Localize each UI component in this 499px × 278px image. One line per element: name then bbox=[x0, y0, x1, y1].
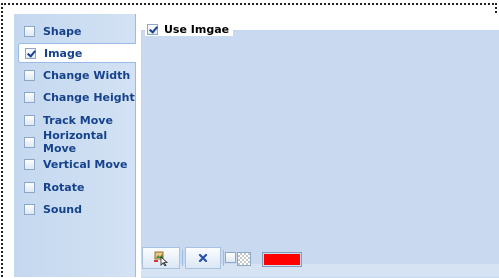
color-picker[interactable] bbox=[262, 252, 302, 267]
color-fill bbox=[264, 254, 300, 265]
sidebar-item-label: Image bbox=[44, 46, 83, 60]
sidebar-item-track-move[interactable]: Track Move bbox=[18, 110, 139, 130]
image-preview-area bbox=[141, 30, 499, 278]
sidebar-item-label: Change Width bbox=[43, 68, 131, 82]
use-image-checkbox[interactable] bbox=[147, 24, 158, 35]
toolbar-separator bbox=[182, 250, 183, 266]
image-settings-panel: Use Imgae bbox=[136, 14, 499, 278]
use-image-label: Use Imgae bbox=[164, 23, 230, 36]
delete-image-button[interactable] bbox=[185, 247, 221, 269]
sidebar-item-label: Track Move bbox=[43, 113, 113, 127]
change-height-checkbox[interactable] bbox=[24, 91, 35, 103]
sidebar-item-vertical-move[interactable]: Vertical Move bbox=[18, 154, 139, 174]
sidebar: Shape Image Change Width Change Height T… bbox=[14, 14, 139, 277]
sidebar-item-label: Shape bbox=[43, 24, 82, 38]
toolbar-separator bbox=[223, 250, 224, 266]
sidebar-item-image[interactable]: Image bbox=[18, 43, 139, 63]
sidebar-item-label: Change Height bbox=[43, 90, 135, 104]
image-checkbox[interactable] bbox=[25, 47, 36, 59]
sidebar-item-sound[interactable]: Sound bbox=[18, 199, 139, 219]
sidebar-item-change-height[interactable]: Change Height bbox=[18, 87, 139, 107]
delete-x-icon bbox=[198, 253, 208, 263]
sidebar-item-label: Vertical Move bbox=[43, 157, 128, 171]
rotate-checkbox[interactable] bbox=[24, 181, 35, 193]
image-pick-icon bbox=[154, 251, 169, 266]
select-image-button[interactable] bbox=[142, 247, 180, 269]
track-move-checkbox[interactable] bbox=[24, 114, 35, 126]
sidebar-item-label: Horizontal Move bbox=[43, 129, 108, 155]
sidebar-item-shape[interactable]: Shape bbox=[18, 21, 139, 41]
transparent-checkbox[interactable] bbox=[225, 252, 236, 263]
change-width-checkbox[interactable] bbox=[24, 69, 35, 81]
sidebar-item-horizontal-move[interactable]: Horizontal Move bbox=[18, 129, 139, 155]
sidebar-item-label: Rotate bbox=[43, 180, 85, 194]
use-image-legend[interactable]: Use Imgae bbox=[145, 23, 234, 36]
sidebar-item-change-width[interactable]: Change Width bbox=[18, 65, 139, 85]
horizontal-move-checkbox[interactable] bbox=[24, 136, 35, 148]
sound-checkbox[interactable] bbox=[24, 203, 35, 215]
vertical-move-checkbox[interactable] bbox=[24, 158, 35, 170]
transparent-swatch bbox=[237, 252, 251, 266]
sidebar-item-rotate[interactable]: Rotate bbox=[18, 177, 139, 197]
shape-checkbox[interactable] bbox=[24, 25, 35, 37]
sidebar-item-label: Sound bbox=[43, 202, 83, 216]
